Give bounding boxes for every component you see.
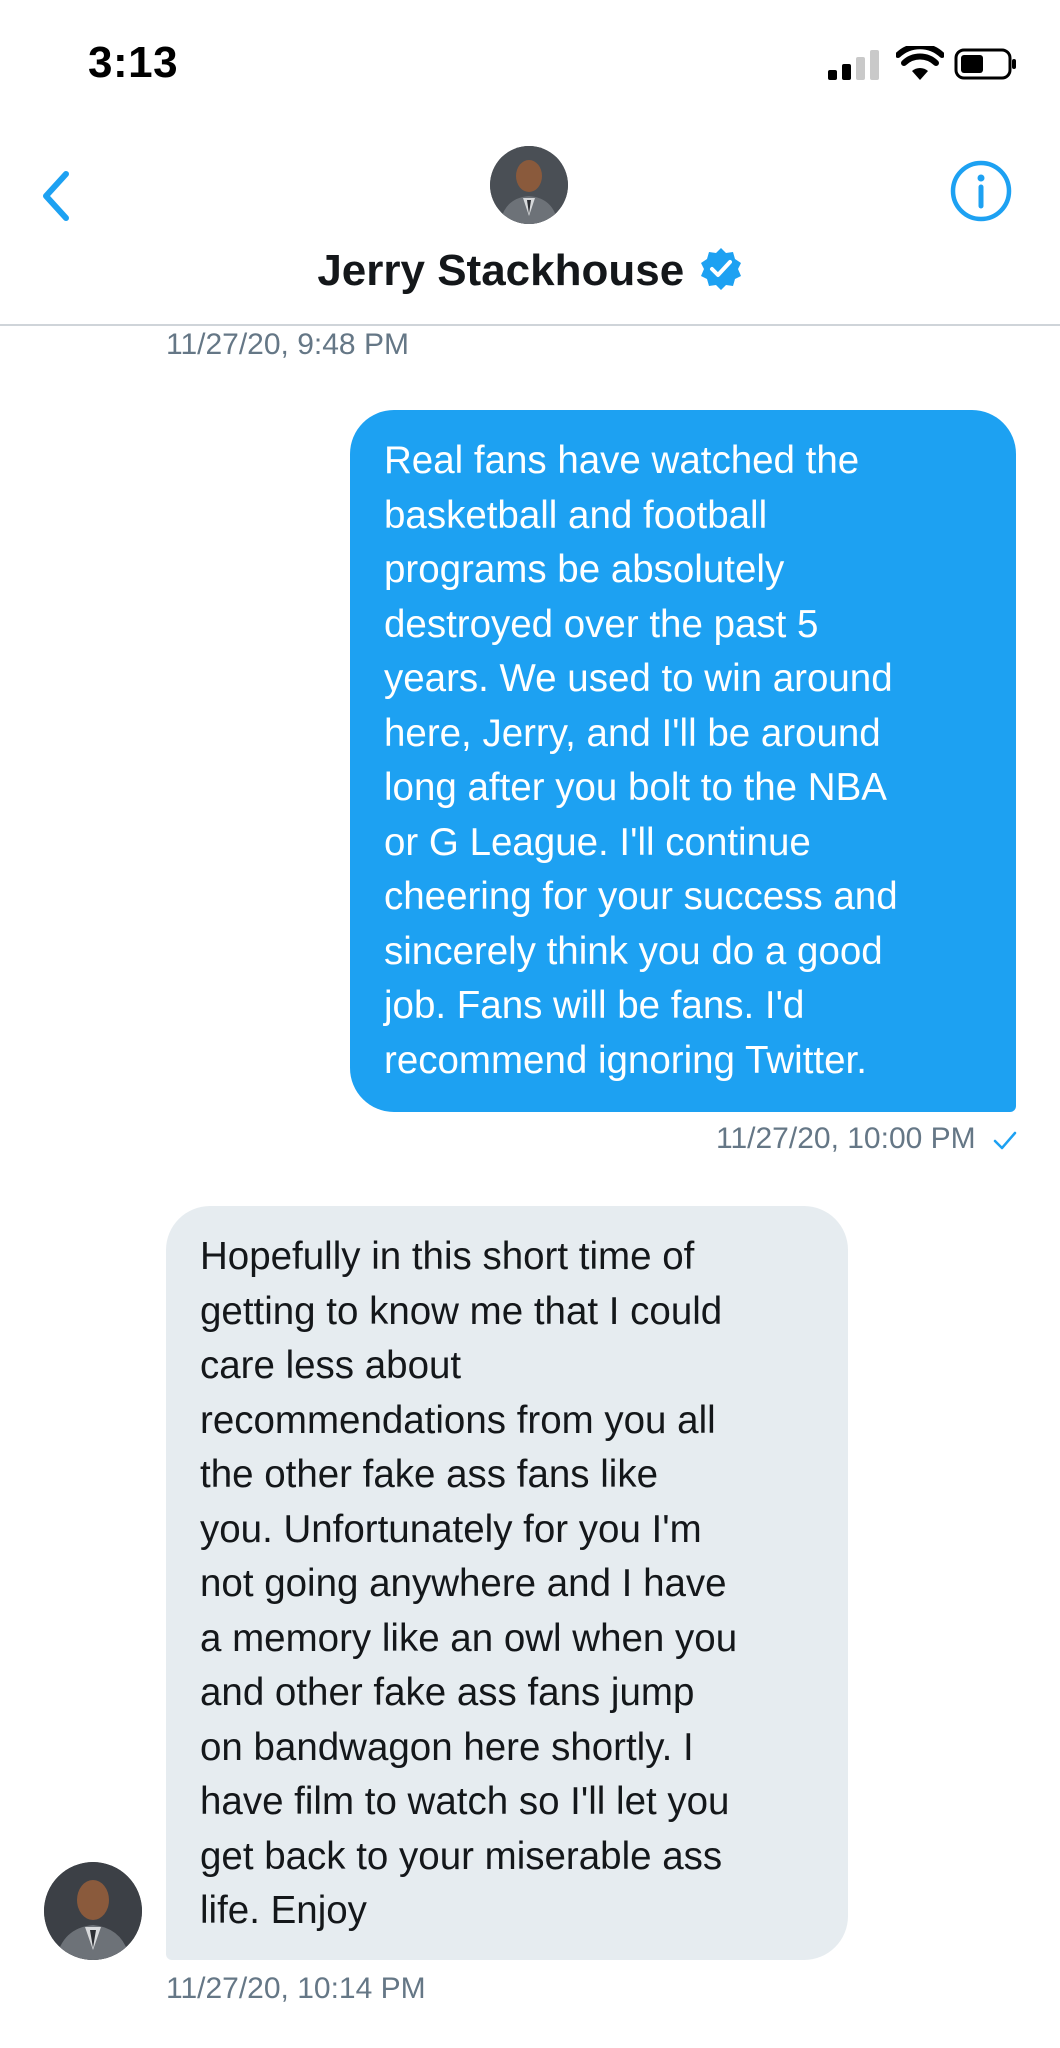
battery-icon (954, 48, 1016, 80)
wifi-icon (896, 46, 944, 80)
cellular-signal-icon (828, 50, 882, 80)
info-icon (950, 160, 1012, 222)
contact-name: Jerry Stackhouse (317, 246, 685, 295)
status-time: 3:13 (88, 38, 179, 87)
avatar-image (44, 1862, 142, 1960)
avatar-image (490, 146, 568, 224)
conversation-header: Jerry Stackhouse (0, 120, 1060, 326)
contact-name-row[interactable]: Jerry Stackhouse (0, 246, 1060, 296)
sent-message-status: 11/27/20, 10:00 PM (716, 1122, 1018, 1156)
chevron-left-icon (43, 171, 69, 221)
verified-badge-icon (700, 248, 741, 290)
contact-avatar[interactable] (490, 146, 568, 224)
received-message-timestamp: 11/27/20, 10:14 PM (166, 1972, 426, 2005)
sent-message-bubble[interactable]: Real fans have watched the basketball an… (350, 410, 1016, 1112)
sender-avatar[interactable] (44, 1862, 142, 1960)
received-message-bubble[interactable]: Hopefully in this short time of getting … (166, 1206, 848, 1960)
status-bar: 3:13 (0, 0, 1060, 120)
sent-message-timestamp: 11/27/20, 10:00 PM (716, 1122, 976, 1155)
checkmark-icon (993, 1131, 1017, 1150)
back-button[interactable] (30, 160, 90, 230)
info-button[interactable] (946, 156, 1016, 226)
message-timestamp: 11/27/20, 9:48 PM (166, 328, 409, 361)
